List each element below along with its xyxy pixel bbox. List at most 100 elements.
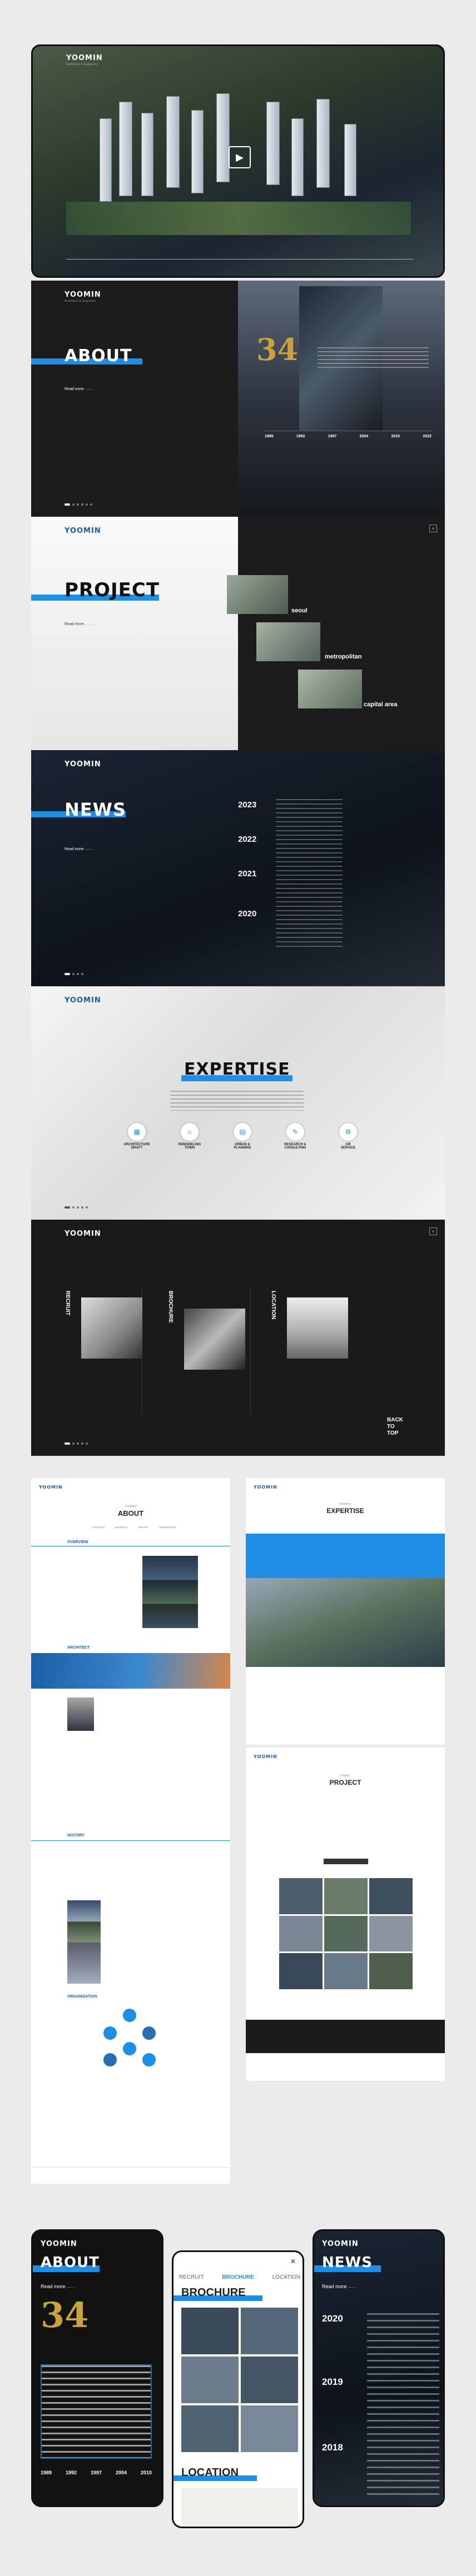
expertise-footer bbox=[246, 1711, 445, 1745]
mobile-news-logo[interactable]: YOOMIN bbox=[322, 2240, 359, 2248]
expertise-page-logo[interactable]: YOOMIN bbox=[254, 1485, 277, 1490]
menu-icon[interactable]: ≡ bbox=[429, 1227, 437, 1235]
brochure-grid bbox=[181, 2308, 298, 2452]
about-photo bbox=[238, 281, 445, 517]
about-timeline: 1989 1992 1997 2004 2010 2022 bbox=[265, 431, 432, 464]
mobile-about-logo[interactable]: YOOMIN bbox=[41, 2240, 77, 2248]
mobile-about-text bbox=[41, 2364, 152, 2459]
section-heading: HISTORY bbox=[67, 1834, 85, 1838]
news-section: YOOMIN NEWS Read more 2023 2022 2021 202… bbox=[31, 750, 445, 986]
about-section: YOOMIN Architects & Engineers ABOUT Read … bbox=[31, 281, 445, 517]
mobile-about-read-more[interactable]: Read more bbox=[41, 2284, 76, 2289]
about-page-logo[interactable]: YOOMIN bbox=[39, 1485, 63, 1490]
mobile-news-year[interactable]: 2018 bbox=[322, 2442, 343, 2453]
project-thumb-3[interactable] bbox=[298, 670, 362, 708]
timeline-year[interactable]: 1997 bbox=[328, 435, 337, 464]
expertise-title: EXPERTISE bbox=[184, 1060, 290, 1079]
tab-recruit[interactable]: RECRUIT bbox=[179, 2274, 204, 2280]
timeline-year[interactable]: 1989 bbox=[265, 435, 274, 464]
news-items bbox=[276, 799, 343, 949]
close-icon[interactable]: ✕ bbox=[290, 2258, 296, 2265]
col-label: BROCHURE bbox=[167, 1291, 173, 1323]
expertise-item[interactable]: ✎ RESEARCH & CONSULTING bbox=[273, 1123, 318, 1150]
timeline-year[interactable]: 2010 bbox=[391, 435, 400, 464]
mobile-location-title: LOCATION bbox=[181, 2467, 239, 2479]
expertise-banner bbox=[246, 1534, 445, 1578]
mobile-brochure-title: BROCHURE bbox=[181, 2287, 246, 2299]
expertise-page-title: EXPERTISE bbox=[326, 1507, 364, 1515]
project-read-more[interactable]: Read more bbox=[65, 622, 95, 626]
mobile-news-year[interactable]: 2019 bbox=[322, 2377, 343, 2388]
showcase-col-1[interactable]: RECRUIT bbox=[65, 1286, 142, 1414]
location-map[interactable] bbox=[181, 2488, 298, 2527]
expertise-description bbox=[170, 1091, 304, 1111]
mobile-news-title: NEWS bbox=[322, 2254, 373, 2271]
region-label-seoul[interactable]: seoul bbox=[291, 607, 308, 614]
cm-icon: ⚙ bbox=[339, 1123, 357, 1141]
hero-logo[interactable]: YOOMIN Architects & Engineers bbox=[66, 54, 103, 66]
news-read-more[interactable]: Read more bbox=[65, 847, 95, 851]
section-heading: ARCHITECT bbox=[67, 1646, 90, 1650]
architecture-icon: ▦ bbox=[128, 1123, 146, 1141]
showcase-pagination[interactable] bbox=[65, 1442, 88, 1445]
expertise-list: ▦ ARCHITECTURE DRAFT ⌂ REMODELING TOWN ▤… bbox=[115, 1123, 370, 1150]
region-label-capital[interactable]: capital area bbox=[364, 701, 398, 708]
mobile-tabs: RECRUIT BROCHURE LOCATION bbox=[179, 2274, 300, 2280]
expertise-item[interactable]: ▦ ARCHITECTURE DRAFT bbox=[115, 1123, 159, 1150]
about-pagination[interactable] bbox=[65, 503, 92, 506]
urban-icon: ▤ bbox=[234, 1123, 251, 1141]
project-grid bbox=[279, 1878, 413, 1989]
tab-architect[interactable]: ARCHITECT bbox=[115, 1526, 128, 1529]
expertise-item[interactable]: ⚙ CM SERVICE bbox=[326, 1123, 370, 1150]
mobile-news-read-more[interactable]: Read more bbox=[322, 2284, 358, 2289]
remodeling-icon: ⌂ bbox=[181, 1123, 199, 1141]
history-photos bbox=[67, 1900, 101, 1984]
about-page-footer bbox=[31, 2167, 230, 2184]
col-label: LOCATION bbox=[270, 1291, 276, 1320]
showcase-logo[interactable]: YOOMIN bbox=[65, 1230, 101, 1238]
project-search-button[interactable] bbox=[324, 1859, 368, 1864]
tab-organization[interactable]: ORGANIZATION bbox=[159, 1526, 176, 1529]
showcase-section: YOOMIN ≡ RECRUIT BROCHURE LOCATION BACK … bbox=[31, 1220, 445, 1456]
timeline-year[interactable]: 2022 bbox=[423, 435, 432, 464]
news-logo[interactable]: YOOMIN bbox=[65, 760, 101, 768]
news-pagination[interactable] bbox=[65, 973, 83, 975]
about-description bbox=[318, 347, 429, 370]
mobile-news-year[interactable]: 2020 bbox=[322, 2313, 343, 2324]
project-page: YOOMIN Project PROJECT bbox=[246, 1748, 445, 2081]
project-left-panel bbox=[31, 517, 238, 750]
tab-location[interactable]: LOCATION bbox=[272, 2274, 300, 2280]
region-label-metropolitan[interactable]: metropolitan bbox=[325, 653, 362, 660]
showcase-col-2[interactable]: BROCHURE bbox=[167, 1286, 251, 1414]
project-page-logo[interactable]: YOOMIN bbox=[254, 1754, 277, 1759]
project-thumb-2[interactable] bbox=[256, 622, 320, 661]
project-page-title: PROJECT bbox=[329, 1779, 361, 1786]
menu-icon[interactable]: ≡ bbox=[429, 525, 437, 532]
expertise-item[interactable]: ⌂ REMODELING TOWN bbox=[167, 1123, 212, 1150]
news-title: NEWS bbox=[65, 799, 126, 820]
tab-brochure[interactable]: BROCHURE bbox=[222, 2274, 254, 2280]
play-icon[interactable]: ▶ bbox=[229, 146, 251, 168]
expertise-logo[interactable]: YOOMIN bbox=[65, 996, 101, 1005]
project-title: PROJECT bbox=[65, 579, 160, 601]
about-logo[interactable]: YOOMIN Architects & Engineers bbox=[65, 291, 101, 302]
about-title: ABOUT bbox=[65, 346, 132, 366]
about-read-more[interactable]: Read more bbox=[65, 387, 95, 391]
timeline-year[interactable]: 2004 bbox=[360, 435, 369, 464]
mobile-brochure: ✕ RECRUIT BROCHURE LOCATION BROCHURE LOC… bbox=[172, 2250, 304, 2528]
portfolio-canvas: YOOMIN Architects & Engineers ▶ YOOMIN Arc… bbox=[0, 0, 476, 2576]
project-page-footer bbox=[246, 2020, 445, 2053]
mobile-news-items bbox=[367, 2313, 439, 2497]
tab-history[interactable]: HISTORY bbox=[138, 1526, 148, 1529]
expertise-pagination[interactable] bbox=[65, 1206, 88, 1209]
timeline-year[interactable]: 1992 bbox=[296, 435, 305, 464]
tab-overview[interactable]: OVERVIEW bbox=[92, 1526, 105, 1529]
expertise-item[interactable]: ▤ URBAN & PLANNING bbox=[220, 1123, 265, 1150]
showcase-col-3[interactable]: LOCATION bbox=[270, 1286, 354, 1414]
section-heading: OVERVIEW bbox=[67, 1540, 88, 1544]
mobile-news: YOOMIN NEWS Read more 2020 2019 2018 bbox=[313, 2229, 445, 2507]
project-logo[interactable]: YOOMIN bbox=[65, 527, 101, 535]
back-to-top-button[interactable]: BACK TO TOP bbox=[387, 1417, 403, 1437]
about-page-label: Company bbox=[125, 1505, 137, 1508]
project-thumb-1[interactable] bbox=[227, 575, 288, 614]
